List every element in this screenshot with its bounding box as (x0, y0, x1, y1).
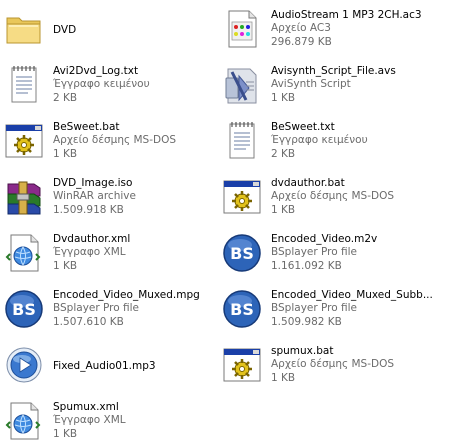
avisynth-script-icon (222, 64, 262, 106)
file-item-dvd-image-iso[interactable]: DVD_Image.iso WinRAR archive 1.509.918 K… (4, 172, 204, 222)
file-name: Spumux.xml (53, 401, 119, 413)
bsplayer-file-icon: BS (4, 288, 44, 330)
text-document-icon (4, 64, 44, 106)
file-size: 1 KB (271, 371, 296, 384)
file-type: BSplayer Pro file (271, 246, 358, 259)
file-name: Avisynth_Script_File.avs (271, 65, 396, 77)
file-type: Αρχείο δέσμης MS-DOS (271, 358, 395, 371)
file-name: AudioStream 1 MP3 2CH.ac3 (271, 9, 422, 21)
file-item-encoded-video-m2v[interactable]: BS Encoded_Video.m2v BSplayer Pro file 1… (222, 228, 472, 278)
file-name: spumux.bat (271, 345, 334, 357)
file-size: 1.509.982 KB (271, 315, 342, 328)
file-name: DVD (53, 24, 77, 36)
folder-icon (4, 8, 44, 50)
file-type: Έγγραφο κειμένου (271, 134, 368, 147)
file-item-besweet-bat[interactable]: BeSweet.bat Αρχείο δέσμης MS-DOS 1 KB (4, 116, 204, 166)
file-item-avi2dvd-log[interactable]: Avi2Dvd_Log.txt Έγγραφο κειμένου 2 KB (4, 60, 204, 110)
ac3-audio-file-icon (222, 8, 262, 50)
file-type: AviSynth Script (271, 78, 351, 91)
file-item-dvdauthor-bat[interactable]: dvdauthor.bat Αρχείο δέσμης MS-DOS 1 KB (222, 172, 472, 222)
file-size: 2 KB (53, 91, 78, 104)
file-size: 1.161.092 KB (271, 259, 342, 272)
svg-text:BS: BS (230, 300, 254, 319)
file-name: BeSweet.txt (271, 121, 335, 133)
batch-file-icon (222, 344, 262, 386)
file-size: 2 KB (271, 147, 296, 160)
file-item-spumux-xml[interactable]: Spumux.xml Έγγραφο XML 1 KB (4, 396, 204, 446)
file-type: BSplayer Pro file (53, 302, 140, 315)
file-item-encoded-video-muxed-mpg[interactable]: BS Encoded_Video_Muxed.mpg BSplayer Pro … (4, 284, 204, 334)
file-size: 1 KB (53, 147, 78, 160)
file-item-dvd-folder[interactable]: DVD (4, 4, 204, 54)
file-name: Encoded_Video.m2v (271, 233, 378, 245)
file-size: 1 KB (53, 427, 78, 440)
file-name: Dvdauthor.xml (53, 233, 131, 245)
file-size: 1 KB (53, 259, 78, 272)
file-name: Encoded_Video_Muxed_Subb... (271, 289, 433, 301)
batch-file-icon (222, 176, 262, 218)
file-type: Έγγραφο κειμένου (53, 78, 150, 91)
file-item-besweet-txt[interactable]: BeSweet.txt Έγγραφο κειμένου 2 KB (222, 116, 472, 166)
xml-document-icon (4, 400, 44, 442)
file-size: 1 KB (271, 203, 296, 216)
file-size: 296.879 KB (271, 35, 332, 48)
file-type: Αρχείο AC3 (271, 22, 331, 35)
file-name: BeSweet.bat (53, 121, 120, 133)
winrar-archive-icon (4, 176, 44, 218)
file-item-audiostream-ac3[interactable]: AudioStream 1 MP3 2CH.ac3 Αρχείο AC3 296… (222, 4, 472, 54)
file-name: Encoded_Video_Muxed.mpg (53, 289, 200, 301)
text-document-icon (222, 120, 262, 162)
svg-text:BS: BS (230, 244, 254, 263)
batch-file-icon (4, 120, 44, 162)
file-name: dvdauthor.bat (271, 177, 345, 189)
file-type: Αρχείο δέσμης MS-DOS (271, 190, 395, 203)
file-type: Αρχείο δέσμης MS-DOS (53, 134, 177, 147)
file-size: 1.507.610 KB (53, 315, 124, 328)
file-type: Έγγραφο XML (53, 246, 126, 259)
bsplayer-file-icon: BS (222, 288, 262, 330)
file-size: 1 KB (271, 91, 296, 104)
bsplayer-file-icon: BS (222, 232, 262, 274)
file-item-spumux-bat[interactable]: spumux.bat Αρχείο δέσμης MS-DOS 1 KB (222, 340, 472, 390)
xml-document-icon (4, 232, 44, 274)
file-item-avisynth-script[interactable]: Avisynth_Script_File.avs AviSynth Script… (222, 60, 472, 110)
file-type: BSplayer Pro file (271, 302, 358, 315)
media-player-audio-icon (4, 344, 44, 386)
file-size: 1.509.918 KB (53, 203, 124, 216)
file-item-fixed-audio-mp3[interactable]: Fixed_Audio01.mp3 (4, 340, 204, 390)
file-type: WinRAR archive (53, 190, 136, 203)
file-name: DVD_Image.iso (53, 177, 133, 189)
file-type: Έγγραφο XML (53, 414, 126, 427)
file-item-encoded-video-muxed-subb[interactable]: BS Encoded_Video_Muxed_Subb... BSplayer … (222, 284, 472, 334)
file-name: Avi2Dvd_Log.txt (53, 65, 139, 77)
file-item-dvdauthor-xml[interactable]: Dvdauthor.xml Έγγραφο XML 1 KB (4, 228, 204, 278)
svg-text:BS: BS (12, 300, 36, 319)
file-name: Fixed_Audio01.mp3 (53, 360, 156, 372)
